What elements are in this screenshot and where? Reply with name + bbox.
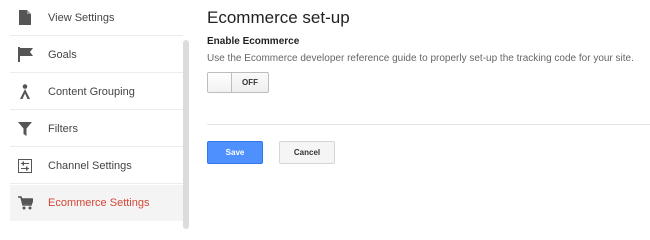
sidebar-item-view-settings[interactable]: View Settings [10, 0, 183, 36]
toggle-knob [208, 73, 232, 92]
divider [207, 124, 650, 125]
sidebar-item-filters[interactable]: Filters [10, 111, 183, 147]
sidebar-item-content-grouping[interactable]: Content Grouping [10, 74, 183, 110]
sidebar-item-label: Goals [48, 48, 77, 61]
cancel-button[interactable]: Cancel [279, 141, 335, 164]
funnel-icon [17, 121, 33, 137]
ecommerce-description: Use the Ecommerce developer reference gu… [207, 53, 634, 64]
sidebar-item-label: Ecommerce Settings [48, 197, 150, 209]
sidebar-item-ecommerce-settings[interactable]: Ecommerce Settings [10, 185, 183, 221]
flag-icon [17, 47, 33, 63]
sidebar-item-label: Filters [48, 122, 78, 135]
enable-ecommerce-label: Enable Ecommerce [207, 36, 300, 47]
sidebar-item-label: View Settings [48, 11, 115, 24]
sidebar-item-label: Content Grouping [48, 85, 135, 98]
document-icon [17, 10, 33, 26]
sidebar-item-label: Channel Settings [48, 159, 132, 172]
sliders-icon [17, 158, 33, 174]
page-title: Ecommerce set-up [207, 8, 350, 27]
sidebar-item-goals[interactable]: Goals [10, 37, 183, 73]
sidebar-scrollbar[interactable] [183, 40, 189, 229]
sidebar: View Settings Goals Content Grouping Fil… [0, 0, 183, 229]
ecommerce-settings-panel: Ecommerce set-up Enable Ecommerce Use th… [207, 0, 650, 229]
save-button[interactable]: Save [207, 141, 263, 164]
sidebar-item-channel-settings[interactable]: Channel Settings [10, 148, 183, 184]
toggle-state-label: OFF [242, 78, 258, 87]
person-walking-icon [17, 84, 33, 100]
enable-ecommerce-toggle[interactable]: OFF [207, 72, 269, 93]
shopping-cart-icon [17, 195, 33, 211]
